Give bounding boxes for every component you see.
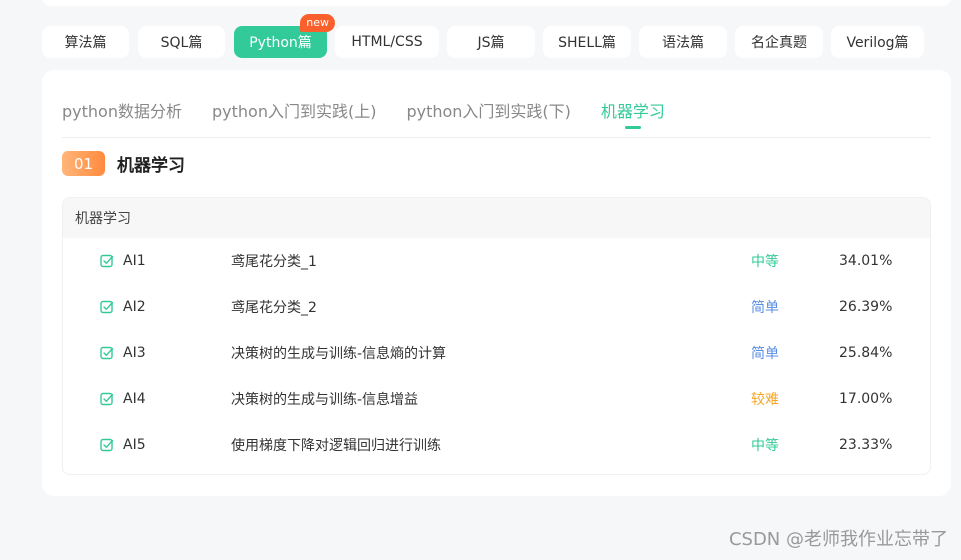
pass-rate: 34.01% (839, 253, 893, 269)
category-tabs: 算法篇 SQL篇 Python篇 new HTML/CSS JS篇 SHELL篇 … (42, 14, 951, 58)
category-tab-shell[interactable]: SHELL篇 (543, 26, 631, 58)
problem-title-link[interactable]: 决策树的生成与训练-信息熵的计算 (231, 343, 446, 363)
section-header: 01 机器学习 (62, 151, 185, 176)
category-tab-verilog[interactable]: Verilog篇 (831, 26, 924, 58)
problem-title-link[interactable]: 鸢尾花分类_2 (231, 297, 317, 317)
problem-list-header: 机器学习 (63, 198, 930, 238)
pass-rate: 25.84% (839, 345, 893, 361)
difficulty-label: 简单 (751, 346, 779, 362)
checkbox-check-icon (100, 300, 114, 314)
problem-list: 机器学习 AI1 鸢尾花分类_1 中等 34.01% AI2 鸢尾花分类_2 简… (62, 197, 931, 475)
category-tab-html-css[interactable]: HTML/CSS (335, 26, 439, 58)
subtab-bar: python数据分析 python入门到实践(上) python入门到实践(下)… (62, 98, 695, 122)
category-tab-label: JS篇 (477, 35, 505, 51)
difficulty-label: 中等 (751, 254, 779, 270)
category-tab-label: Python篇 (249, 35, 312, 51)
category-tab-label: 名企真题 (751, 35, 807, 51)
top-card-edge (42, 0, 951, 6)
pass-rate: 17.00% (839, 391, 893, 407)
checkbox-check-icon (100, 254, 114, 268)
problem-row[interactable]: AI2 鸢尾花分类_2 简单 26.39% (63, 284, 930, 330)
category-tab-label: 语法篇 (662, 35, 704, 51)
category-tab-sql[interactable]: SQL篇 (138, 26, 225, 58)
category-tab-grammar[interactable]: 语法篇 (639, 26, 727, 58)
problem-title-link[interactable]: 使用梯度下降对逻辑回归进行训练 (231, 435, 441, 455)
category-tab-js[interactable]: JS篇 (447, 26, 535, 58)
problem-id: AI2 (123, 299, 146, 315)
difficulty-label: 中等 (751, 438, 779, 454)
category-tab-algorithm[interactable]: 算法篇 (42, 26, 129, 58)
checkbox-check-icon (100, 346, 114, 360)
subtab-python-intro-part1[interactable]: python入门到实践(上) (212, 98, 376, 122)
watermark: CSDN @老师我作业忘带了 (728, 529, 948, 550)
problem-title-link[interactable]: 鸢尾花分类_1 (231, 251, 317, 271)
problem-row[interactable]: AI3 决策树的生成与训练-信息熵的计算 简单 25.84% (63, 330, 930, 376)
section-number-badge: 01 (62, 151, 105, 176)
difficulty-label: 较难 (751, 392, 779, 408)
problem-row[interactable]: AI5 使用梯度下降对逻辑回归进行训练 中等 23.33% (63, 422, 930, 468)
category-tab-label: 算法篇 (64, 35, 107, 51)
category-tab-label: Verilog篇 (846, 35, 909, 51)
section-title: 机器学习 (117, 156, 185, 176)
new-badge: new (300, 14, 335, 32)
difficulty-label: 简单 (751, 300, 779, 316)
category-tab-label: HTML/CSS (351, 34, 423, 50)
problem-id: AI4 (123, 391, 146, 407)
problem-row[interactable]: AI4 决策树的生成与训练-信息增益 较难 17.00% (63, 376, 930, 422)
checkbox-check-icon (100, 392, 114, 406)
problem-title-link[interactable]: 决策树的生成与训练-信息增益 (231, 389, 418, 409)
pass-rate: 26.39% (839, 299, 893, 315)
category-tab-company-exams[interactable]: 名企真题 (735, 26, 823, 58)
main-card: python数据分析 python入门到实践(上) python入门到实践(下)… (42, 70, 951, 496)
category-tab-label: SQL篇 (160, 35, 203, 51)
subtab-python-intro-part2[interactable]: python入门到实践(下) (406, 98, 570, 122)
problem-id: AI5 (123, 437, 146, 453)
category-tab-python[interactable]: Python篇 new (234, 14, 335, 58)
problem-row[interactable]: AI1 鸢尾花分类_1 中等 34.01% (63, 238, 930, 284)
problem-id: AI1 (123, 253, 146, 269)
problem-id: AI3 (123, 345, 146, 361)
divider (62, 137, 931, 138)
pass-rate: 23.33% (839, 437, 893, 453)
category-tab-label: SHELL篇 (558, 35, 616, 51)
subtab-python-data-analysis[interactable]: python数据分析 (62, 98, 182, 122)
subtab-machine-learning[interactable]: 机器学习 (601, 98, 665, 122)
checkbox-check-icon (100, 438, 114, 452)
